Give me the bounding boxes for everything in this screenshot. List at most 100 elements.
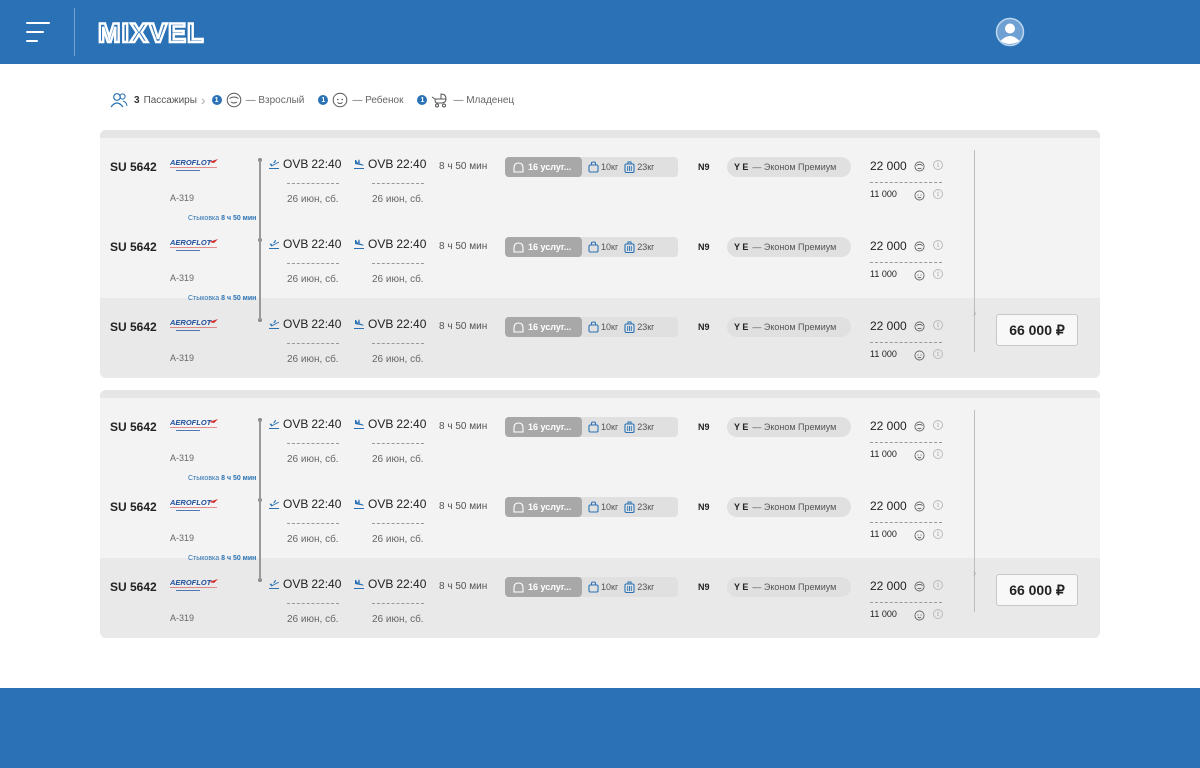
departure-date: 26 июн, сб. (287, 454, 339, 465)
passenger-type-infant: 1 — Младенец (417, 92, 514, 108)
menu-icon[interactable] (26, 22, 50, 42)
departure-airport-code: OVB (283, 157, 309, 171)
landing-icon (354, 319, 364, 329)
services-button[interactable]: 16 услуг... (505, 497, 582, 517)
services-icon (513, 501, 524, 513)
divider (372, 343, 424, 344)
adult-face-icon (914, 419, 925, 432)
card-top-strip (100, 130, 1100, 138)
info-icon[interactable]: i (933, 160, 943, 170)
offer-card: SU 5642 AEROFLOT A-319 Стыковка 8 ч 50 мин O… (100, 130, 1100, 378)
services-button[interactable]: 16 услуг... (505, 237, 582, 257)
cabin-name: — Эконом Премиум (752, 162, 837, 172)
takeoff-icon (269, 580, 280, 589)
arrival-airport-code: OVB (368, 577, 394, 591)
hand-luggage: 10кг (588, 161, 618, 173)
flight-segment[interactable]: SU 5642 AEROFLOT A-319 Стыковка 8 ч 50 мин O… (100, 138, 1100, 222)
services-label: 16 услуг... (528, 322, 572, 332)
arrival: OVB 22:40 (353, 234, 426, 254)
takeoff-icon (269, 320, 280, 329)
services-button[interactable]: 16 услуг... (505, 157, 582, 177)
info-icon[interactable]: i (933, 580, 943, 590)
departure-time: 22:40 (311, 237, 342, 251)
landing-icon (354, 159, 364, 169)
child-face-icon (914, 268, 925, 281)
flight-segment[interactable]: SU 5642 AEROFLOT A-319 Стыковка 8 ч 50 мин O… (100, 398, 1100, 482)
departure: OVB 22:40 (268, 574, 341, 594)
adult-face-icon (914, 239, 925, 252)
user-avatar-icon[interactable] (995, 17, 1025, 47)
departure-time: 22:40 (311, 577, 342, 591)
adult-price: 22 000 (870, 579, 907, 593)
price-divider (974, 410, 975, 612)
departure: OVB 22:40 (268, 154, 341, 174)
services-label: 16 услуг... (528, 422, 572, 432)
count-badge: 1 (318, 95, 329, 105)
hand-luggage-icon (588, 581, 599, 593)
mixvel-logo[interactable]: MIXVEL (98, 18, 243, 48)
info-icon[interactable]: i (933, 269, 943, 279)
chevron-right-icon: › (973, 568, 977, 579)
departure-airport-code: OVB (283, 237, 309, 251)
hand-luggage: 10кг (588, 321, 618, 333)
baggage-weight: 23кг (637, 322, 655, 332)
info-icon[interactable]: i (933, 320, 943, 330)
services-button[interactable]: 16 услуг... (505, 317, 582, 337)
checked-baggage: 23кг (624, 580, 654, 594)
info-icon[interactable]: i (933, 609, 943, 619)
services-label: 16 услуг... (528, 582, 572, 592)
flight-number: SU 5642 (110, 580, 157, 594)
route-line (259, 160, 261, 218)
services-icon (513, 421, 524, 433)
info-icon[interactable]: i (933, 349, 943, 359)
route-line (259, 558, 261, 580)
info-icon[interactable]: i (933, 420, 943, 430)
fare-code: N9 (698, 322, 710, 332)
info-icon[interactable]: i (933, 529, 943, 539)
adult-price: 22 000 (870, 239, 907, 253)
aeroflot-logo: AEROFLOT (170, 158, 218, 171)
baggage-weight: 23кг (637, 162, 655, 172)
adult-price: 22 000 (870, 159, 907, 173)
flight-segment[interactable]: SU 5642 AEROFLOT A-319 Стыковка 8 ч 50 мин O… (100, 478, 1100, 562)
route-line (259, 500, 261, 558)
svg-text:AEROFLOT: AEROFLOT (170, 158, 213, 167)
svg-text:AEROFLOT: AEROFLOT (170, 418, 213, 427)
divider (870, 182, 942, 183)
hand-luggage-weight: 10кг (601, 582, 619, 592)
divider (287, 263, 339, 264)
aircraft-type: A-319 (170, 533, 195, 543)
cabin-class-badge: Y E — Эконом Премиум (727, 417, 851, 437)
hand-luggage: 10кг (588, 501, 618, 513)
services-button[interactable]: 16 услуг... (505, 577, 582, 597)
fare-code: N9 (698, 502, 710, 512)
services-button[interactable]: 16 услуг... (505, 417, 582, 437)
cabin-name: — Эконом Премиум (752, 322, 837, 332)
cabin-name: — Эконом Премиум (752, 582, 837, 592)
info-icon[interactable]: i (933, 240, 943, 250)
divider (372, 523, 424, 524)
info-icon[interactable]: i (933, 449, 943, 459)
arrival-airport-code: OVB (368, 317, 394, 331)
cabin-class-badge: Y E — Эконом Премиум (727, 577, 851, 597)
total-price-button[interactable]: 66 000 ₽ (996, 314, 1078, 346)
hand-luggage: 10кг (588, 241, 618, 253)
info-icon[interactable]: i (933, 500, 943, 510)
departure-airport-code: OVB (283, 417, 309, 431)
info-icon[interactable]: i (933, 189, 943, 199)
fare-code: N9 (698, 242, 710, 252)
cabin-name: — Эконом Премиум (752, 242, 837, 252)
svg-text:AEROFLOT: AEROFLOT (170, 578, 213, 587)
services-icon (513, 161, 524, 173)
arrival-date: 26 июн, сб. (372, 354, 424, 365)
flight-segment[interactable]: SU 5642 AEROFLOT A-319 OVB 22:40 26 июн, сб. O… (100, 558, 1100, 638)
aircraft-type: A-319 (170, 453, 195, 463)
arrival-airport-code: OVB (368, 497, 394, 511)
child-face-icon (914, 348, 925, 361)
total-price-button[interactable]: 66 000 ₽ (996, 574, 1078, 606)
flight-segment[interactable]: SU 5642 AEROFLOT A-319 OVB 22:40 26 июн, сб. O… (100, 298, 1100, 378)
arrival-date: 26 июн, сб. (372, 534, 424, 545)
flight-segment[interactable]: SU 5642 AEROFLOT A-319 Стыковка 8 ч 50 мин O… (100, 218, 1100, 302)
checked-baggage: 23кг (624, 160, 655, 174)
divider (372, 263, 424, 264)
